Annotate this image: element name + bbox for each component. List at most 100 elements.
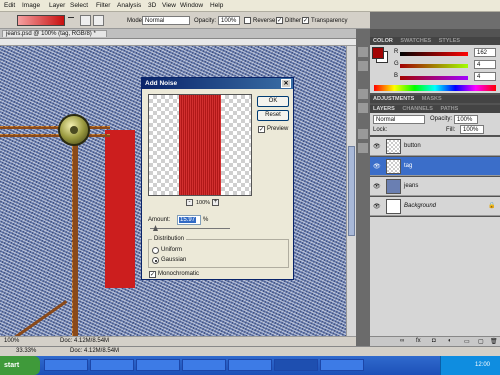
- reverse-label: Reverse: [253, 18, 276, 24]
- mode-value: Normal: [145, 18, 165, 24]
- stitching: [0, 300, 68, 336]
- tab-styles[interactable]: STYLES: [439, 38, 460, 44]
- taskbar-item-active[interactable]: [274, 359, 318, 371]
- b-input[interactable]: 4: [474, 72, 496, 81]
- menu-edit[interactable]: Edit: [4, 2, 15, 9]
- taskbar-item[interactable]: [90, 359, 134, 371]
- color-ramp[interactable]: [374, 85, 496, 91]
- preview-checkbox[interactable]: ✓: [258, 126, 265, 133]
- fx-icon[interactable]: fx: [416, 338, 421, 344]
- layer-row-background[interactable]: 👁 Background 🔒: [370, 197, 500, 216]
- menu-analysis[interactable]: Analysis: [117, 2, 141, 9]
- taskbar-item[interactable]: [136, 359, 180, 371]
- panel-icon-strip: [356, 29, 370, 346]
- eye-icon[interactable]: 👁: [373, 163, 381, 170]
- taskbar-item[interactable]: [44, 359, 88, 371]
- layer-row-jeans[interactable]: 👁 jeans: [370, 177, 500, 196]
- ok-button[interactable]: OK: [257, 96, 289, 107]
- menu-layer[interactable]: Layer: [49, 2, 65, 9]
- lock-icon: 🔒: [488, 203, 496, 209]
- vertical-scrollbar[interactable]: [346, 46, 356, 336]
- amount-slider-track[interactable]: [150, 228, 230, 229]
- r-slider[interactable]: [400, 52, 468, 56]
- adjustment-layer-icon[interactable]: ◐: [448, 338, 452, 344]
- gaussian-radio[interactable]: [152, 257, 159, 264]
- r-input[interactable]: 162: [474, 48, 496, 57]
- tab-layers[interactable]: LAYERS: [373, 106, 395, 112]
- radial-gradient-icon[interactable]: [93, 15, 104, 26]
- menu-window[interactable]: Window: [180, 2, 203, 9]
- tab-channels[interactable]: CHANNELS: [402, 106, 433, 112]
- transparency-checkbox[interactable]: ✓: [302, 17, 309, 24]
- link-layers-icon[interactable]: ∞: [400, 338, 404, 344]
- layer-name: jeans: [404, 183, 419, 189]
- clone-source-icon[interactable]: [358, 143, 368, 153]
- uniform-radio[interactable]: [152, 247, 159, 254]
- folder-icon[interactable]: ▭: [464, 338, 470, 345]
- trash-icon[interactable]: 🗑: [490, 338, 498, 345]
- menu-image[interactable]: Image: [22, 2, 40, 9]
- dialog-title-bar[interactable]: Add Noise ✕: [142, 78, 293, 89]
- tab-paths[interactable]: PATHS: [440, 106, 458, 112]
- taskbar-item[interactable]: [320, 359, 364, 371]
- eye-icon[interactable]: 👁: [373, 203, 381, 210]
- preview-label: Preview: [267, 126, 289, 132]
- close-icon[interactable]: ✕: [281, 79, 291, 88]
- tab-masks[interactable]: MASKS: [422, 96, 442, 102]
- document-tab[interactable]: jeans.psd @ 100% (tag, RGB/8) *: [2, 30, 107, 37]
- stitching: [72, 131, 78, 336]
- new-layer-icon[interactable]: ▢: [478, 338, 484, 345]
- layer-thumbnail: [386, 199, 401, 214]
- layer-row-tag[interactable]: 👁 tag: [370, 157, 500, 176]
- tab-color[interactable]: COLOR: [373, 38, 393, 44]
- filter-preview[interactable]: [148, 94, 252, 196]
- menu-help[interactable]: Help: [210, 2, 223, 9]
- paragraph-icon[interactable]: [358, 103, 368, 113]
- menu-view[interactable]: View: [162, 2, 176, 9]
- amount-input[interactable]: 15.97: [177, 215, 201, 225]
- tab-adjustments[interactable]: ADJUSTMENTS: [373, 96, 414, 102]
- character-icon[interactable]: [358, 89, 368, 99]
- gradient-dropdown-icon[interactable]: [68, 17, 74, 23]
- b-slider[interactable]: [400, 76, 468, 80]
- color-panel-tabs: COLOR SWATCHES STYLES: [370, 37, 500, 45]
- start-button[interactable]: start: [0, 356, 40, 375]
- tab-swatches[interactable]: SWATCHES: [400, 38, 431, 44]
- taskbar-item[interactable]: [228, 359, 272, 371]
- history-icon[interactable]: [358, 47, 368, 57]
- brushes-icon[interactable]: [358, 129, 368, 139]
- dither-checkbox[interactable]: ✓: [276, 17, 283, 24]
- opacity-label: Opacity:: [194, 18, 217, 24]
- linear-gradient-icon[interactable]: [80, 15, 91, 26]
- g-input[interactable]: 4: [474, 60, 496, 69]
- layer-opacity-input[interactable]: 100%: [454, 115, 478, 124]
- reset-button[interactable]: Reset: [257, 110, 289, 121]
- eye-icon[interactable]: 👁: [373, 183, 381, 190]
- fill-input[interactable]: 100%: [460, 125, 484, 134]
- zoom-in-button[interactable]: +: [212, 199, 219, 206]
- menu-select[interactable]: Select: [70, 2, 88, 9]
- blend-mode-select[interactable]: Normal: [373, 115, 425, 124]
- eye-icon[interactable]: 👁: [373, 143, 381, 150]
- app-status-bar: 33.33% Doc: 4.12M/8.54M: [0, 346, 500, 356]
- monochromatic-checkbox[interactable]: ✓: [149, 271, 156, 278]
- menu-3d[interactable]: 3D: [148, 2, 156, 9]
- reverse-checkbox[interactable]: [244, 17, 251, 24]
- doc-zoom[interactable]: 100%: [4, 338, 19, 344]
- opacity-input[interactable]: 100%: [218, 16, 240, 25]
- amount-label: Amount:: [148, 217, 171, 223]
- g-slider[interactable]: [400, 64, 468, 68]
- fill-value: 100%: [463, 127, 479, 133]
- mask-icon[interactable]: ◘: [432, 338, 436, 344]
- foreground-color-swatch[interactable]: [372, 47, 384, 59]
- status-doc: Doc: 4.12M/8.54M: [70, 348, 120, 354]
- layer-row-button[interactable]: 👁 button: [370, 137, 500, 156]
- mode-select[interactable]: Normal: [142, 16, 190, 25]
- actions-icon[interactable]: [358, 61, 368, 71]
- status-zoom[interactable]: 33.33%: [16, 348, 36, 354]
- gradient-preview[interactable]: [17, 15, 65, 26]
- scroll-thumb[interactable]: [348, 146, 355, 236]
- taskbar-item[interactable]: [182, 359, 226, 371]
- menu-filter[interactable]: Filter: [96, 2, 110, 9]
- zoom-out-button[interactable]: -: [186, 199, 193, 206]
